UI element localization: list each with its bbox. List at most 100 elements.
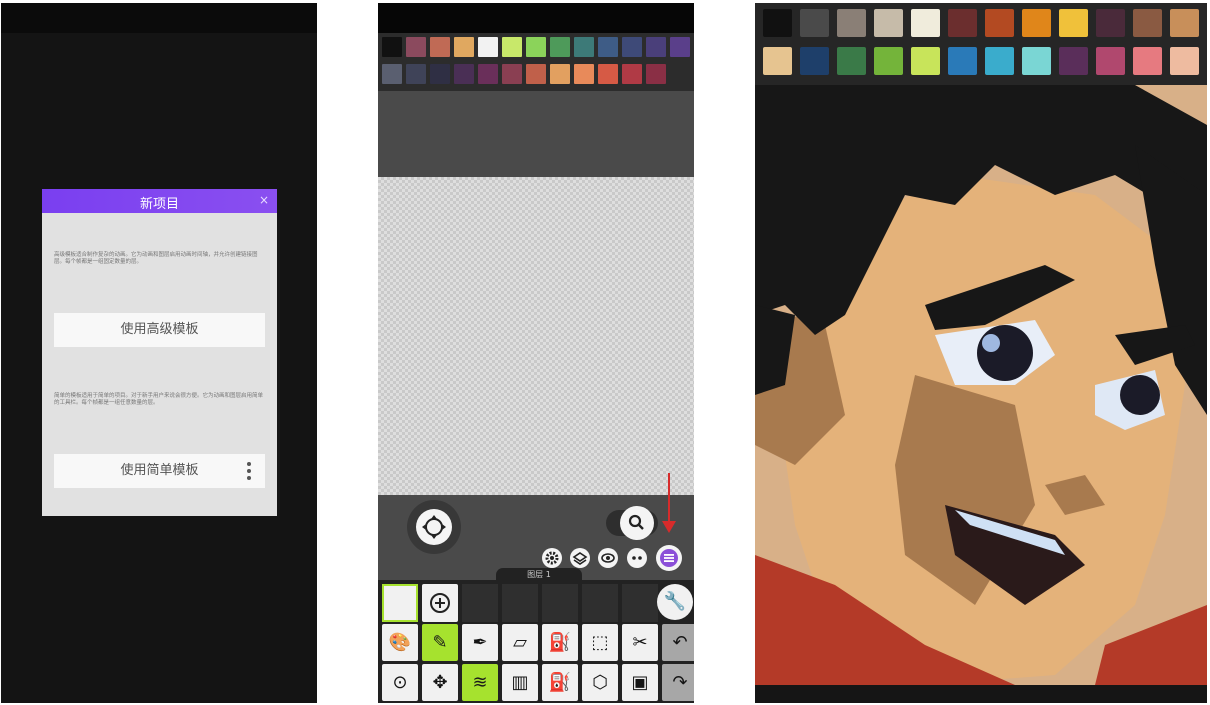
add-frame-button[interactable] [422, 584, 458, 622]
palette-swatch[interactable] [550, 37, 570, 57]
empty-frame-slot [502, 584, 538, 622]
annotation-arrow-shaft [668, 473, 670, 525]
eyedropper-tool-button[interactable]: ✒ [462, 624, 498, 661]
undo-tool-button[interactable]: ↶ [662, 624, 694, 661]
palette-swatch[interactable] [1022, 9, 1051, 37]
palette-swatch[interactable] [1059, 9, 1088, 37]
image-import-tool-button[interactable]: ▣ [622, 664, 658, 701]
palette-swatch[interactable] [526, 37, 546, 57]
layers-tool-button[interactable]: ≋ [462, 664, 498, 701]
palette-swatch[interactable] [406, 37, 426, 57]
palette-swatch[interactable] [478, 37, 498, 57]
palette-swatch[interactable] [502, 64, 522, 84]
pencil-tool-button[interactable]: ✎ [422, 624, 458, 661]
more-options-icon[interactable] [247, 462, 251, 480]
palette-swatch[interactable] [550, 64, 570, 84]
palette-swatch[interactable] [382, 37, 402, 57]
use-simple-template-button[interactable]: 使用简单模板 [54, 454, 265, 488]
palette-swatch[interactable] [574, 37, 594, 57]
lock-fill-icon: ⛽ [548, 672, 572, 693]
layer-visibility-button[interactable] [570, 548, 590, 568]
frame-thumbnail-selected[interactable] [382, 584, 418, 622]
palette-tool-button[interactable]: 🎨 [382, 624, 418, 661]
palette-swatch[interactable] [382, 64, 402, 84]
palette-swatch[interactable] [911, 47, 940, 75]
palette-swatch[interactable] [1059, 47, 1088, 75]
menu-button[interactable] [656, 545, 682, 571]
palette-swatch[interactable] [454, 37, 474, 57]
palette-swatch[interactable] [948, 47, 977, 75]
palette-swatch[interactable] [874, 47, 903, 75]
drawing-canvas[interactable] [378, 177, 694, 495]
use-advanced-template-button[interactable]: 使用高级模板 [54, 313, 265, 347]
palette-swatch[interactable] [670, 37, 690, 57]
palette-swatch[interactable] [948, 9, 977, 37]
palette-swatch[interactable] [598, 64, 618, 84]
frames-tool-button[interactable]: ▥ [502, 664, 538, 701]
selection-tool-button[interactable]: ⬚ [582, 624, 618, 661]
pixel-art-portrait[interactable] [755, 85, 1207, 685]
zoom-button[interactable] [620, 506, 654, 540]
palette-swatch[interactable] [646, 64, 666, 84]
palette-swatch[interactable] [837, 47, 866, 75]
fill-bucket-icon: ⛽ [548, 632, 572, 653]
search-icon [628, 514, 644, 530]
palette-swatch[interactable] [430, 64, 450, 84]
palette-swatch[interactable] [526, 64, 546, 84]
palette-swatch[interactable] [622, 37, 642, 57]
palette-swatch[interactable] [874, 9, 903, 37]
preview-button[interactable] [598, 548, 618, 568]
eye-icon [601, 553, 615, 563]
tools-tool-button[interactable]: ✂ [622, 624, 658, 661]
redo-tool-button[interactable]: ↷ [662, 664, 694, 701]
pencil-icon: ✎ [432, 632, 448, 653]
empty-frame-slot [582, 584, 618, 622]
palette-swatch[interactable] [763, 9, 792, 37]
palette-swatch[interactable] [985, 47, 1014, 75]
palette-swatch[interactable] [911, 9, 940, 37]
color-palette-large [755, 3, 1207, 85]
palette-swatch[interactable] [1022, 47, 1051, 75]
move-tool-button[interactable]: ✥ [422, 664, 458, 701]
palette-swatch[interactable] [1133, 47, 1162, 75]
palette-swatch[interactable] [800, 47, 829, 75]
palette-swatch[interactable] [1170, 9, 1199, 37]
eyedropper-icon: ✒ [472, 632, 488, 653]
art-iris-left [977, 325, 1033, 381]
top-bar [378, 3, 694, 33]
shape-icon: ⬡ [592, 672, 608, 693]
wrench-button[interactable]: 🔧 [657, 584, 693, 620]
palette-swatch[interactable] [1096, 47, 1125, 75]
onion-skin-button[interactable] [627, 548, 647, 568]
settings-button[interactable] [542, 548, 562, 568]
palette-swatch[interactable] [574, 64, 594, 84]
palette-swatch[interactable] [1133, 9, 1162, 37]
bottom-bar [755, 685, 1207, 703]
palette-swatch[interactable] [478, 64, 498, 84]
palette-swatch[interactable] [454, 64, 474, 84]
move-joystick-knob[interactable] [416, 509, 452, 545]
palette-swatch[interactable] [1096, 9, 1125, 37]
lock-fill-tool-button[interactable]: ⛽ [542, 664, 578, 701]
close-icon[interactable]: × [259, 193, 269, 207]
palette-swatch[interactable] [502, 37, 522, 57]
palette-swatch[interactable] [1170, 47, 1199, 75]
move-joystick[interactable] [407, 500, 461, 554]
zoom-tool-tool-button[interactable]: ⊙ [382, 664, 418, 701]
eraser-tool-button[interactable]: ▱ [502, 624, 538, 661]
palette-swatch[interactable] [985, 9, 1014, 37]
fill-bucket-tool-button[interactable]: ⛽ [542, 624, 578, 661]
palette-swatch[interactable] [646, 37, 666, 57]
redo-icon: ↷ [672, 672, 688, 693]
shape-tool-button[interactable]: ⬡ [582, 664, 618, 701]
palette-swatch[interactable] [622, 64, 642, 84]
palette-swatch[interactable] [406, 64, 426, 84]
palette-swatch[interactable] [598, 37, 618, 57]
palette-swatch[interactable] [430, 37, 450, 57]
image-import-icon: ▣ [631, 672, 649, 693]
palette-swatch[interactable] [800, 9, 829, 37]
move-icon: ✥ [432, 672, 448, 693]
palette-swatch[interactable] [763, 47, 792, 75]
palette-swatch[interactable] [837, 9, 866, 37]
move-arrows-icon [422, 515, 446, 539]
